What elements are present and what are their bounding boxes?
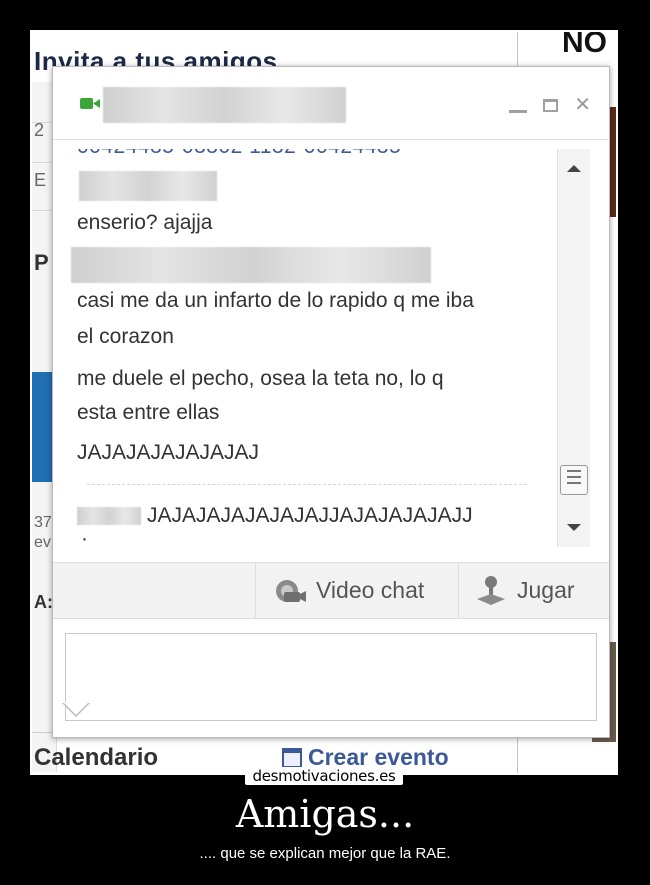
- cut-off-message: 00424435-03302 1132-00424435-: [77, 149, 409, 159]
- left-letter: 2: [34, 120, 45, 140]
- right-photo: [609, 107, 616, 217]
- joystick-icon: [477, 575, 505, 605]
- contact-name-blurred: [103, 87, 346, 123]
- video-call-icon: [80, 98, 100, 109]
- last-message: JAJAJAJAJAJAJAJJAJAJAJAJAJJ: [77, 504, 473, 528]
- right-header-text: NO: [562, 30, 607, 59]
- left-letter: E: [34, 170, 47, 190]
- scroll-thumb[interactable]: [560, 465, 588, 495]
- poster-frame: Invita a tus amigos 2 E P 37 ev A: NO Ca…: [30, 30, 618, 775]
- poster-subtitle: .... que se explican mejor que la RAE.: [199, 845, 451, 862]
- games-button[interactable]: Jugar: [458, 563, 611, 618]
- poster-title: Amigas...: [235, 792, 415, 836]
- left-letter: ev: [34, 534, 51, 551]
- video-camera-icon: [276, 579, 306, 602]
- sender-name-blurred: [77, 507, 141, 526]
- video-chat-button[interactable]: Video chat: [255, 563, 458, 618]
- chat-header[interactable]: ✕: [53, 67, 609, 140]
- games-label: Jugar: [517, 577, 575, 603]
- chat-pointer: [62, 702, 90, 717]
- maximize-icon[interactable]: [543, 98, 559, 112]
- calendar-icon: [282, 747, 302, 768]
- message-input[interactable]: [65, 633, 597, 721]
- left-letter: A:: [34, 592, 53, 612]
- chat-window: ✕ 00424435-03302 1132-00424435- enserio?…: [52, 66, 610, 738]
- left-letter: 37: [34, 514, 52, 531]
- chat-conversation: 00424435-03302 1132-00424435- enserio? a…: [67, 149, 553, 547]
- video-chat-label: Video chat: [316, 577, 425, 603]
- message: esta entre ellas: [77, 401, 220, 424]
- minimize-icon[interactable]: [509, 109, 528, 113]
- site-brand: desmotivaciones.es: [245, 767, 403, 785]
- left-letter: P: [34, 250, 49, 275]
- message: enserio? ajajja: [77, 211, 213, 234]
- scroll-down-icon[interactable]: [567, 524, 581, 531]
- sender-name-blurred: [71, 247, 431, 283]
- message: el corazon: [77, 325, 174, 348]
- message: me duele el pecho, osea la teta no, lo q: [77, 367, 444, 390]
- chat-scrollbar[interactable]: [557, 149, 590, 547]
- trailing-dot: ·: [81, 527, 88, 547]
- close-icon[interactable]: ✕: [574, 95, 591, 115]
- message: JAJAJAJAJAJAJAJ: [77, 441, 260, 464]
- window-controls: ✕: [509, 95, 591, 115]
- message: casi me da un infarto de lo rapido q me …: [77, 289, 474, 312]
- chat-toolbar: Video chat Jugar: [53, 562, 609, 619]
- sender-name-blurred: [79, 171, 217, 201]
- message-separator: [87, 484, 527, 485]
- scroll-up-icon[interactable]: [567, 165, 581, 172]
- last-message-text: JAJAJAJAJAJAJAJJAJAJAJAJAJJ: [147, 504, 473, 527]
- calendar-heading: Calendario: [34, 744, 159, 771]
